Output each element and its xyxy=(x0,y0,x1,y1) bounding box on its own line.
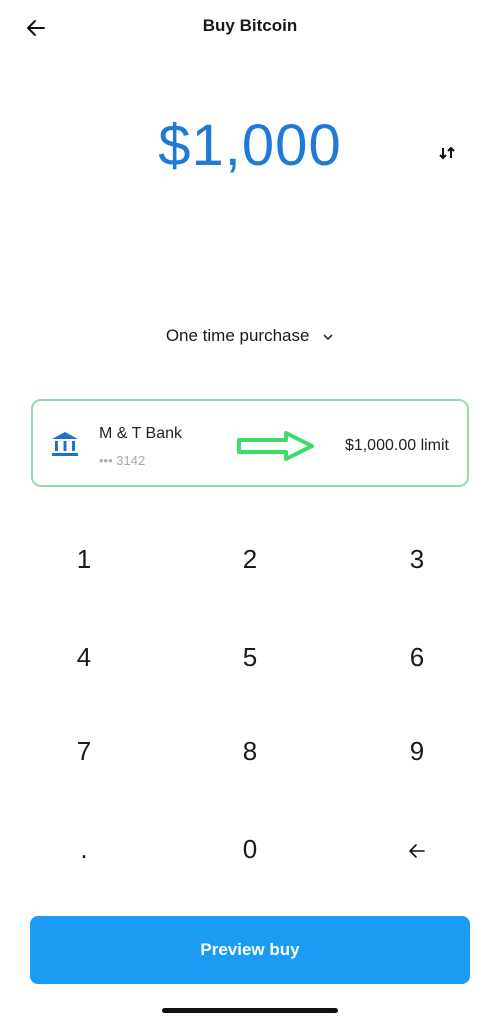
key-7[interactable]: 7 xyxy=(24,711,144,791)
key-2[interactable]: 2 xyxy=(190,519,310,599)
key-8[interactable]: 8 xyxy=(190,711,310,791)
preview-buy-button[interactable]: Preview buy xyxy=(30,916,470,984)
key-0[interactable]: 0 xyxy=(190,809,310,889)
backspace-arrow-icon xyxy=(409,844,425,858)
key-decimal[interactable]: . xyxy=(24,809,144,889)
swap-arrows-icon xyxy=(439,146,455,160)
amount-display: $1,000 xyxy=(158,113,342,178)
bank-name: M & T Bank xyxy=(99,425,182,442)
bank-account-number: ••• 3142 xyxy=(99,453,146,468)
purchase-frequency-dropdown[interactable]: One time purchase xyxy=(0,326,500,346)
swap-currency-button[interactable] xyxy=(436,142,458,164)
header: Buy Bitcoin xyxy=(0,0,500,56)
page-title: Buy Bitcoin xyxy=(202,16,298,35)
annotation-arrow-icon xyxy=(237,431,314,461)
chevron-down-icon xyxy=(322,330,334,344)
payment-method-card[interactable]: M & T Bank ••• 3142 $1,000.00 limit xyxy=(31,399,469,487)
key-backspace[interactable] xyxy=(357,809,477,889)
bank-icon xyxy=(52,432,78,456)
key-1[interactable]: 1 xyxy=(24,519,144,599)
key-9[interactable]: 9 xyxy=(357,711,477,791)
key-3[interactable]: 3 xyxy=(357,519,477,599)
home-indicator[interactable] xyxy=(162,1008,338,1013)
purchase-frequency-label: One time purchase xyxy=(165,326,310,345)
key-5[interactable]: 5 xyxy=(190,617,310,697)
key-4[interactable]: 4 xyxy=(24,617,144,697)
key-6[interactable]: 6 xyxy=(357,617,477,697)
purchase-limit: $1,000.00 limit xyxy=(344,437,449,454)
